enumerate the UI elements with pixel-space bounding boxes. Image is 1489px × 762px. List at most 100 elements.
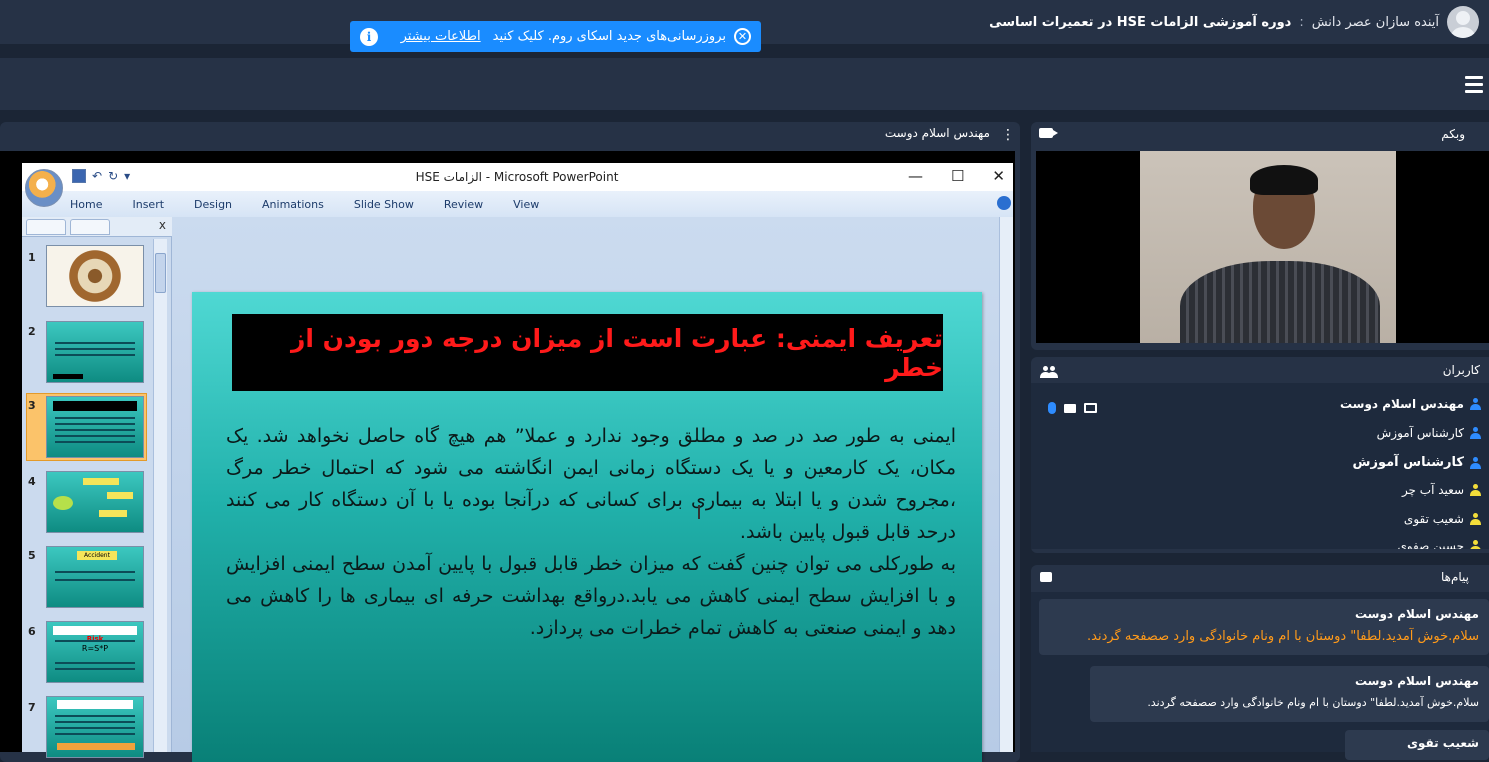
slide-thumbnail[interactable]: [46, 245, 144, 307]
slides-pane: x 1 2 3 4 5 Accident 6 Risk R=S*P 7: [22, 217, 172, 758]
slide-number: 6: [28, 625, 36, 638]
slide-thumbnail[interactable]: [46, 696, 144, 758]
user-name: کارشناس آموزش: [1352, 455, 1464, 470]
presenter-name: مهندس اسلام دوست: [884, 126, 990, 140]
slide-thumbnail-selected[interactable]: [46, 396, 144, 458]
messages-title: پیام‌ها: [1440, 570, 1469, 584]
list-item[interactable]: سعید آب چر: [1402, 483, 1481, 497]
org-name: آینده سازان عصر دانش: [1311, 14, 1439, 30]
message-item: مهندس اسلام دوست سلام.خوش آمدید.لطفا" دو…: [1090, 666, 1489, 722]
admin-user-icon: [1470, 427, 1481, 439]
users-title: کاربران: [1442, 363, 1480, 377]
quick-access-toolbar: ↶ ↻ ▾: [72, 169, 130, 183]
edit-scrollbar[interactable]: [999, 217, 1013, 752]
window-close-icon[interactable]: ✕: [992, 167, 1005, 185]
users-list: مهندس اسلام دوست کارشناس آموزش کارشناس آ…: [1031, 383, 1489, 549]
video-icon[interactable]: [1064, 403, 1076, 413]
tab-review[interactable]: Review: [444, 198, 483, 211]
header-separator: :: [1299, 14, 1304, 30]
save-icon[interactable]: [72, 169, 86, 183]
slide-number: 7: [28, 701, 36, 714]
pane-tabs: x: [22, 217, 172, 237]
customize-icon[interactable]: ▾: [124, 169, 130, 183]
pane-scrollbar[interactable]: [153, 239, 167, 752]
brand-header: آینده سازان عصر دانش : دوره آموزشی الزام…: [989, 4, 1479, 40]
tab-design[interactable]: Design: [194, 198, 232, 211]
user-name: کارشناس آموزش: [1376, 426, 1464, 440]
guest-user-icon: [1470, 540, 1481, 549]
more-options-icon[interactable]: ⋮: [1001, 127, 1015, 143]
screen-share-icon[interactable]: [1084, 403, 1097, 413]
microphone-icon[interactable]: [1048, 402, 1056, 414]
webcam-video: [1140, 151, 1396, 343]
minimize-icon[interactable]: —: [908, 167, 923, 185]
slide-paragraph: به طورکلی می توان چنین گفت که میزان خطر …: [226, 553, 956, 639]
message-sender: شعیب تقوی: [1406, 736, 1479, 750]
user-avatar-icon[interactable]: [1447, 6, 1479, 38]
tab-view[interactable]: View: [513, 198, 539, 211]
camera-icon: [1039, 128, 1058, 138]
update-notice: ✕ بروزرسانی‌های جدید اسکای روم. کلیک کنی…: [350, 21, 761, 52]
tab-animations[interactable]: Animations: [262, 198, 324, 211]
slides-tab[interactable]: [26, 219, 66, 235]
messages-list: مهندس اسلام دوست سلام.خوش آمدید.لطفا" دو…: [1031, 592, 1489, 760]
pane-scroll-thumb[interactable]: [155, 253, 166, 293]
message-sender: مهندس اسلام دوست: [1354, 674, 1479, 688]
slide-edit-area: تعریف ایمنی: عبارت است از میزان درجه دور…: [172, 217, 1013, 762]
webcam-title: وبکم: [1441, 127, 1465, 141]
slide-number: 3: [28, 399, 36, 412]
slide-title-box: تعریف ایمنی: عبارت است از میزان درجه دور…: [232, 314, 943, 391]
slide-number: 2: [28, 325, 36, 338]
slide-number: 5: [28, 549, 36, 562]
slide-thumbnail[interactable]: Accident: [46, 546, 144, 608]
list-item[interactable]: شعیب تقوی: [1404, 512, 1481, 526]
list-item[interactable]: حسین صفوی: [1397, 539, 1481, 549]
guest-user-icon: [1470, 484, 1481, 496]
tab-home[interactable]: Home: [70, 198, 102, 211]
maximize-icon[interactable]: ☐: [951, 167, 964, 185]
message-item: شعیب تقوی: [1345, 730, 1489, 760]
admin-user-icon: [1470, 456, 1481, 469]
powerpoint-window: ↶ ↻ ▾ HSE الزامات - Microsoft PowerPoint…: [22, 163, 1013, 762]
toolbar: [0, 58, 1489, 110]
user-name: حسین صفوی: [1397, 539, 1464, 549]
tab-insert[interactable]: Insert: [132, 198, 164, 211]
window-controls: — ☐ ✕: [908, 167, 1005, 185]
message-text: سلام.خوش آمدید.لطفا" دوستان با ام ونام خ…: [1087, 629, 1479, 644]
outline-tab[interactable]: [70, 219, 110, 235]
window-title: HSE الزامات - Microsoft PowerPoint: [415, 170, 619, 184]
slide-number: 4: [28, 475, 36, 488]
redo-icon[interactable]: ↻: [108, 169, 118, 183]
presenter-user-icon: [1470, 398, 1481, 410]
list-item[interactable]: کارشناس آموزش: [1377, 426, 1481, 440]
thumb-formula: R=S*P: [81, 644, 109, 653]
undo-icon[interactable]: ↶: [92, 169, 102, 183]
chat-icon: [1040, 572, 1052, 582]
slide-thumbnail[interactable]: Risk R=S*P: [46, 621, 144, 683]
slide-title: تعریف ایمنی: عبارت است از میزان درجه دور…: [290, 323, 943, 382]
slide-number: 1: [28, 251, 36, 264]
pane-close-icon[interactable]: x: [159, 218, 166, 232]
user-name: سعید آب چر: [1401, 483, 1464, 497]
user-name: مهندس اسلام دوست: [1339, 397, 1464, 411]
users-icon: [1040, 366, 1058, 381]
close-icon[interactable]: ✕: [734, 28, 751, 45]
menu-icon[interactable]: [1459, 64, 1489, 104]
slide-body: ایمنی به طور صد در صد و مطلق وجود ندارد …: [226, 420, 956, 644]
message-sender: مهندس اسلام دوست: [1354, 607, 1479, 621]
list-item[interactable]: مهندس اسلام دوست: [1340, 397, 1481, 411]
slide-thumbnail[interactable]: [46, 321, 144, 383]
list-item[interactable]: کارشناس آموزش: [1353, 455, 1481, 470]
more-info-link[interactable]: اطلاعات بیشتر: [401, 29, 481, 44]
office-button-icon[interactable]: [25, 169, 63, 207]
notice-text: بروزرسانی‌های جدید اسکای روم. کلیک کنید: [492, 29, 726, 44]
message-text: سلام.خوش آمدید.لطفا" دوستان با ام ونام خ…: [1147, 696, 1479, 709]
thumb-label: Accident: [77, 551, 117, 560]
slide-thumbnail[interactable]: [46, 471, 144, 533]
help-icon[interactable]: [997, 196, 1011, 210]
current-slide: تعریف ایمنی: عبارت است از میزان درجه دور…: [192, 292, 982, 762]
ribbon-tabs: Home Insert Design Animations Slide Show…: [22, 191, 1013, 217]
slide-paragraph: ایمنی به طور صد در صد و مطلق وجود ندارد …: [226, 425, 956, 543]
guest-user-icon: [1470, 513, 1481, 525]
tab-slide-show[interactable]: Slide Show: [354, 198, 414, 211]
